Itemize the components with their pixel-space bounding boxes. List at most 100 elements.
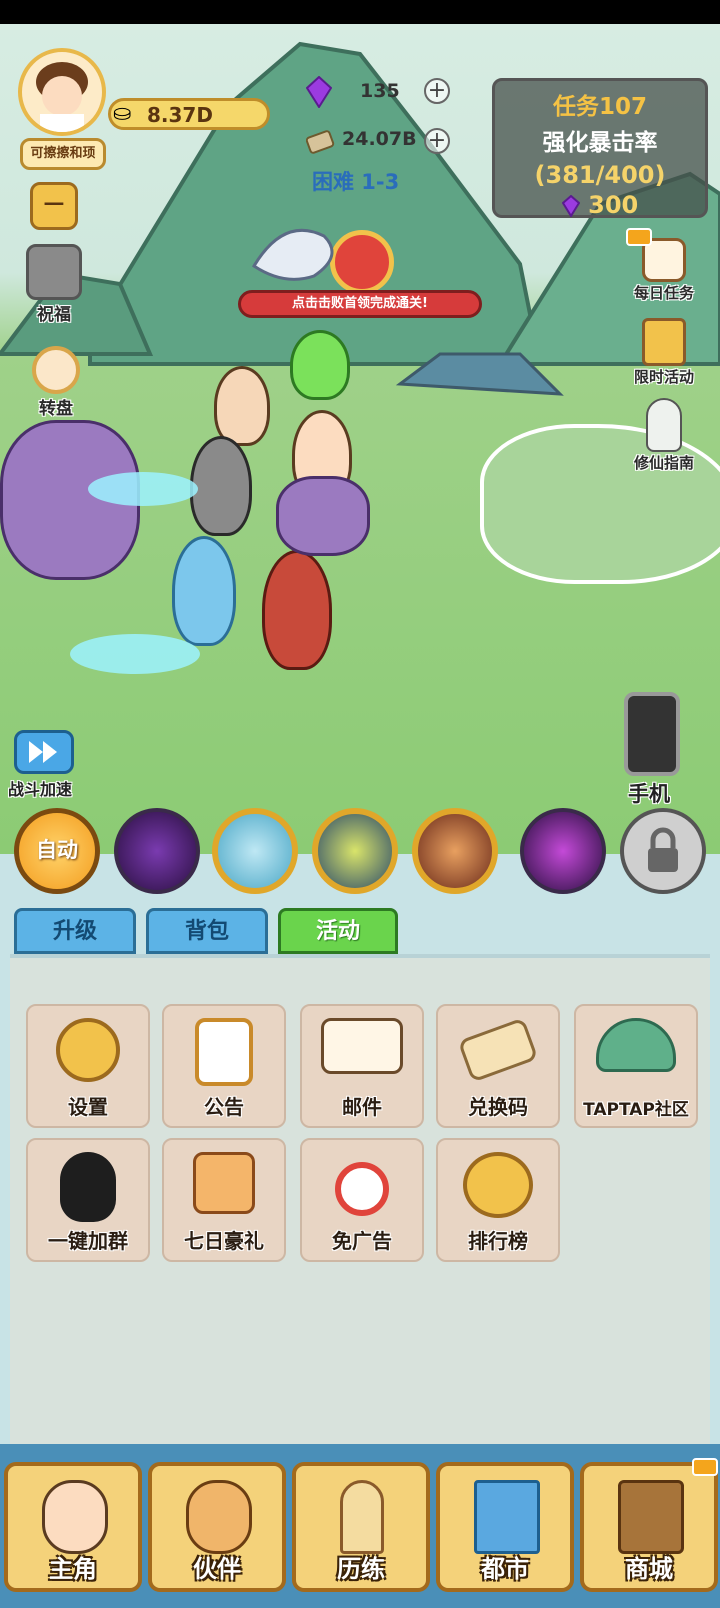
guide-icon [646,398,682,452]
fast-forward-icon [29,741,57,763]
gold-counter: ⛀ 8.37D [108,98,270,130]
wheel-button[interactable]: 转盘 [26,346,86,419]
buildings-icon [474,1480,540,1554]
guide-button[interactable]: 修仙指南 [622,398,706,473]
limited-event-button[interactable]: 限时活动 [622,318,706,387]
task-reward: 300 [495,191,705,219]
protagonist-icon [42,1480,108,1554]
scroll-icon [193,1152,255,1214]
gem-value: 135 [360,80,400,102]
tab-activities[interactable]: 活动 [278,908,398,954]
gem-counter: 135 + [306,76,456,110]
daily-task-label: 每日任务 [633,284,694,302]
tab-upgrade[interactable]: 升级 [14,908,136,954]
signpost-icon [340,1480,384,1554]
announcement-button[interactable]: 公告 [162,1004,286,1128]
blessing-button[interactable]: 祝福 [22,244,86,325]
no-ads-button[interactable]: 免广告 [300,1138,424,1262]
seven-day-gift-button[interactable]: 七日豪礼 [162,1138,286,1262]
nav-city[interactable]: 都市 [436,1462,574,1592]
energy-blast [88,472,198,506]
cash-counter: 24.07B + [306,124,456,158]
settings-label: 设置 [68,1095,108,1119]
gold-ingot-icon: ⛀ [113,101,132,126]
boss-challenge-banner[interactable]: 点击击败首领完成通关! [238,290,482,318]
limited-event-icon [642,318,686,366]
player-name: 可擦擦和顼 [20,138,106,170]
hero-green-hair [290,330,350,400]
lock-icon [648,827,678,872]
energy-blast [70,634,200,674]
cash-value: 24.07B [342,128,417,150]
skill-beast[interactable] [412,808,498,894]
nav-city-label: 都市 [481,1555,529,1583]
ticket-icon [457,1017,539,1083]
redeem-code-button[interactable]: 兑换码 [436,1004,560,1128]
video-ad-icon [692,1458,718,1476]
hero-blue-hair [172,536,236,646]
gear-icon [56,1018,120,1082]
nav-shop[interactable]: 商城 [580,1462,718,1592]
wheel-icon [32,346,80,394]
skill-lightning[interactable] [312,808,398,894]
add-gems-button[interactable]: + [424,78,450,104]
cat-icon [186,1480,252,1554]
phone-label: 手机 [628,782,670,806]
join-group-button[interactable]: 一键加群 [26,1138,150,1262]
mail-icon [321,1018,403,1074]
trophy-icon [463,1152,533,1218]
hero-elder [190,436,252,536]
mail-button[interactable]: 邮件 [300,1004,424,1128]
shop-stall-icon [618,1480,684,1554]
purple-gem-icon [306,76,332,108]
skill-vortex-2[interactable] [520,808,606,894]
no-ads-icon [335,1162,389,1216]
collapse-button[interactable]: − [30,182,78,230]
video-ad-icon [626,228,652,246]
nav-training[interactable]: 历练 [292,1462,430,1592]
nav-protagonist-label: 主角 [49,1555,97,1583]
auto-battle-button[interactable]: 自动 [14,808,100,894]
winged-beast-icon [251,228,334,281]
nav-shop-label: 商城 [625,1555,673,1583]
nav-training-label: 历练 [337,1555,385,1583]
skill-locked[interactable] [620,808,706,894]
task-panel[interactable]: 任务107 强化暴击率 (381/400) 300 [492,78,708,219]
leaderboard-label: 排行榜 [468,1229,528,1253]
announcement-label: 公告 [204,1095,244,1119]
seven-day-gift-label: 七日豪礼 [184,1229,264,1253]
nav-partner-label: 伙伴 [193,1555,241,1583]
limited-event-label: 限时活动 [633,368,694,386]
add-cash-button[interactable]: + [424,128,450,154]
player-avatar[interactable] [18,48,106,136]
battle-speed-button[interactable] [14,730,74,774]
settings-button[interactable]: 设置 [26,1004,150,1128]
status-bar [0,0,720,24]
purple-gem-icon [561,194,581,218]
skill-vortex-1[interactable] [114,808,200,894]
taptap-label: TAPTAP社区 [583,1100,689,1120]
clipboard-icon [195,1018,253,1086]
daily-task-button[interactable]: 每日任务 [622,238,706,303]
skill-dragon[interactable] [212,808,298,894]
redeem-code-label: 兑换码 [468,1095,528,1119]
cash-stack-icon [306,130,335,154]
task-title: 任务107 [552,94,647,120]
gold-value: 8.37D [147,103,213,127]
tab-backpack[interactable]: 背包 [146,908,268,954]
taptap-icon [596,1018,676,1072]
wheel-label: 转盘 [39,399,73,419]
guide-label: 修仙指南 [633,454,694,472]
blessing-icon [26,244,82,300]
taptap-button[interactable]: TAPTAP社区 [574,1004,698,1128]
mail-label: 邮件 [342,1095,382,1119]
no-ads-label: 免广告 [332,1229,392,1253]
stage-label: 困难 1-3 [312,170,400,194]
blessing-label: 祝福 [37,305,71,325]
phone-button[interactable] [624,692,680,776]
hero-bald-monk [214,366,270,446]
leaderboard-button[interactable]: 排行榜 [436,1138,560,1262]
nav-protagonist[interactable]: 主角 [4,1462,142,1592]
nav-partner[interactable]: 伙伴 [148,1462,286,1592]
task-progress: (381/400) [534,161,666,189]
